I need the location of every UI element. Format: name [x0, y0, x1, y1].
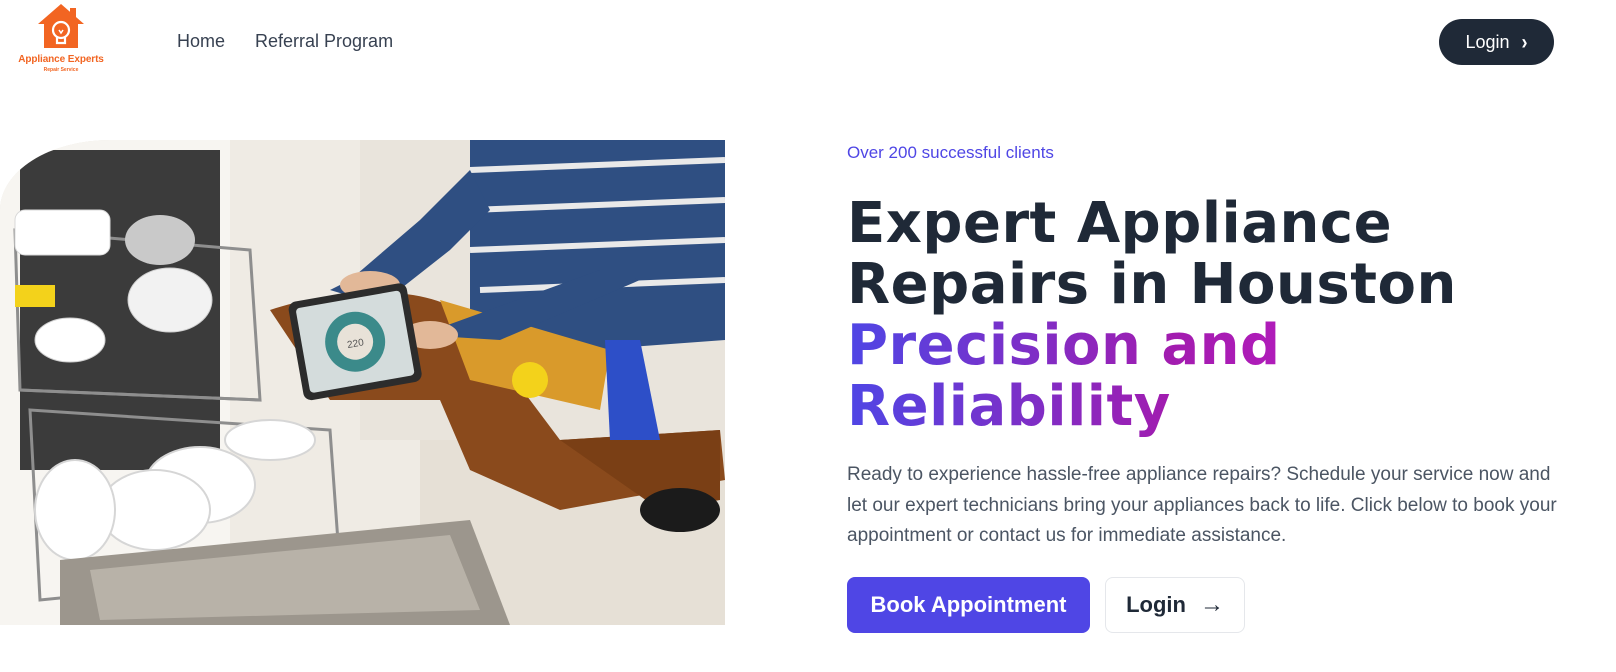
site-header: Appliance Experts Repair Service Home Re… — [0, 0, 1616, 84]
hero-title-line-1: Expert Appliance — [847, 191, 1393, 256]
hero-title: Expert Appliance Repairs in Houston Prec… — [847, 193, 1567, 437]
nav-item-home[interactable]: Home — [177, 31, 225, 52]
arrow-right-icon: → — [1199, 591, 1224, 618]
house-lightbulb-icon — [38, 4, 84, 48]
hero-title-accent-line-2: Reliability — [847, 376, 1567, 437]
technician-tablet-dishwasher-photo: 220 — [0, 140, 725, 625]
header-login-button[interactable]: Login › — [1439, 19, 1554, 65]
brand-logo[interactable]: Appliance Experts Repair Service — [16, 2, 106, 74]
hero-image: 220 — [0, 140, 725, 625]
hero-login-label: Login — [1126, 592, 1186, 617]
nav-item-referral-program[interactable]: Referral Program — [255, 31, 393, 52]
brand-name: Appliance Experts — [18, 54, 104, 65]
hero-title-accent-line-1: Precision and — [847, 315, 1567, 376]
hero-login-button[interactable]: Login → — [1105, 577, 1245, 633]
main-nav: Home Referral Program — [177, 31, 423, 52]
brand-tagline: Repair Service — [43, 67, 79, 73]
hero-title-line-2: Repairs in Houston — [847, 252, 1457, 317]
header-login-label: Login — [1465, 31, 1510, 52]
hero-kicker: Over 200 successful clients — [847, 143, 1054, 162]
chevron-right-icon: › — [1521, 29, 1528, 54]
hero-description: Ready to experience hassle-free applianc… — [847, 464, 1557, 546]
book-appointment-label: Book Appointment — [870, 592, 1067, 617]
book-appointment-button[interactable]: Book Appointment — [847, 577, 1090, 633]
